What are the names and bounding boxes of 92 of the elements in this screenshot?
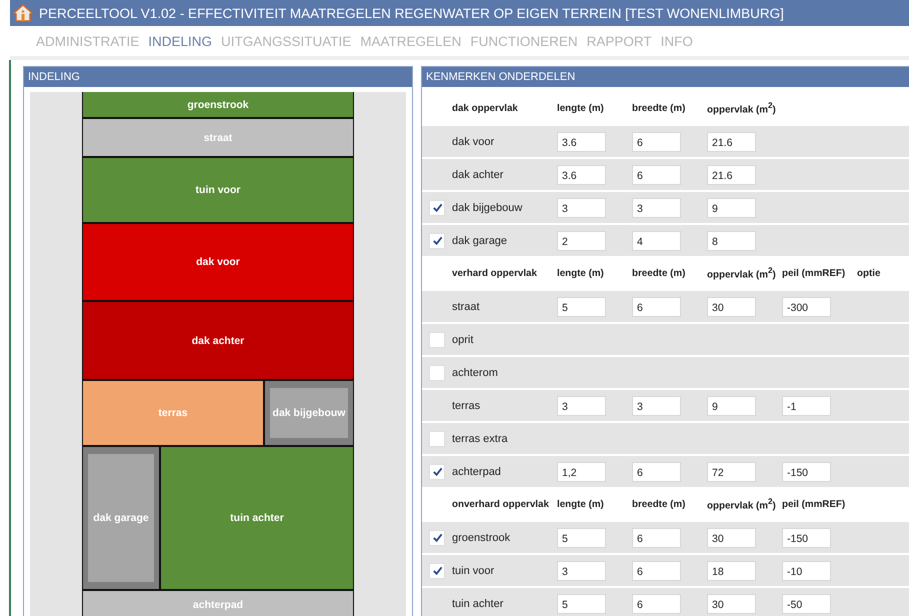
input-field[interactable]: -1 xyxy=(782,396,831,416)
row-label: tuin achter xyxy=(452,598,504,610)
column-header: peil (mmREF) xyxy=(782,268,846,279)
block-label: tuin achter xyxy=(230,512,284,524)
input-field[interactable]: -150 xyxy=(782,528,831,548)
row-label: groenstrook xyxy=(452,532,512,544)
row-label: straat xyxy=(452,300,481,312)
checkbox[interactable] xyxy=(429,332,445,348)
input-field[interactable]: 3 xyxy=(557,396,606,416)
block-label: dak voor xyxy=(196,256,240,268)
block-label: groenstrook xyxy=(187,98,249,110)
block-label: straat xyxy=(204,132,232,144)
input-field[interactable]: 4 xyxy=(632,230,681,250)
input-field[interactable]: 18 xyxy=(707,560,756,580)
row-label: dak voor xyxy=(452,136,496,148)
block-label: dak achter xyxy=(192,334,244,346)
input-field[interactable]: 3.6 xyxy=(557,132,606,152)
input-field[interactable]: 30 xyxy=(707,528,756,548)
input-field[interactable]: 6 xyxy=(632,164,681,184)
input-field[interactable]: -10 xyxy=(782,560,831,580)
column-header: dak oppervlak xyxy=(452,103,519,114)
panel-header: INDELING xyxy=(24,67,412,87)
input-field[interactable]: 9 xyxy=(707,396,756,416)
input-field[interactable]: 30 xyxy=(707,296,756,316)
row-label: achterpad xyxy=(452,466,502,478)
column-header: breedte (m) xyxy=(632,268,686,279)
input-field[interactable]: 5 xyxy=(557,296,606,316)
check-icon xyxy=(432,565,442,576)
row-label: dak garage xyxy=(452,234,508,246)
column-header: oppervlak (m$^{2}$) xyxy=(707,497,777,512)
house-icon xyxy=(13,4,33,22)
input-field[interactable]: 2 xyxy=(557,230,606,250)
block-label: terras xyxy=(158,407,188,419)
block-label: achterpad xyxy=(192,599,244,611)
check-icon xyxy=(432,202,442,213)
input-field[interactable]: 21.6 xyxy=(707,164,756,184)
window-title: PERCEELTOOL V1.02 - EFFECTIVITEIT MAATREGELEN REGENWATER OP EIGEN TERREIN [TEST WONENLIMBURG] xyxy=(39,6,784,20)
input-field[interactable]: 3 xyxy=(557,560,606,580)
input-field[interactable]: 6 xyxy=(632,594,681,614)
input-field[interactable]: 9 xyxy=(707,198,756,218)
block-label: dak bijgebouw xyxy=(272,407,346,419)
checkbox[interactable] xyxy=(429,430,445,446)
row-label: dak achter xyxy=(452,168,504,180)
input-field[interactable]: -50 xyxy=(782,594,831,614)
input-field[interactable]: 6 xyxy=(632,462,681,482)
checkbox[interactable] xyxy=(429,562,445,578)
row-label: oprit xyxy=(452,334,474,346)
row-label: achterom xyxy=(452,366,499,378)
input-field[interactable]: 3 xyxy=(632,396,681,416)
column-header: oppervlak (m$^{2}$) xyxy=(707,266,777,281)
panel-header: KENMERKEN ONDERDELEN xyxy=(422,67,909,87)
row-label: tuin voor xyxy=(452,564,496,576)
checkbox[interactable] xyxy=(429,200,445,216)
input-field[interactable]: 72 xyxy=(707,462,756,482)
column-header: lengte (m) xyxy=(557,103,605,114)
menu-tab[interactable]: INDELING xyxy=(148,34,212,48)
column-header: verhard oppervlak xyxy=(452,268,538,279)
check-icon xyxy=(432,235,442,246)
column-header: lengte (m) xyxy=(557,268,605,279)
column-header: onverhard oppervlak xyxy=(452,499,550,510)
checkbox[interactable] xyxy=(429,364,445,380)
input-field[interactable]: 5 xyxy=(557,528,606,548)
column-header: breedte (m) xyxy=(632,103,686,114)
check-icon xyxy=(432,466,442,477)
input-field[interactable]: 3 xyxy=(632,198,681,218)
column-header: lengte (m) xyxy=(557,499,605,510)
input-field[interactable]: 21.6 xyxy=(707,132,756,152)
input-field[interactable]: 6 xyxy=(632,132,681,152)
checkbox[interactable] xyxy=(429,530,445,546)
input-field[interactable]: -300 xyxy=(782,296,831,316)
row-label: dak bijgebouw xyxy=(452,202,524,214)
block-label: dak garage xyxy=(93,512,149,524)
checkbox[interactable] xyxy=(429,464,445,480)
input-field[interactable]: 6 xyxy=(632,296,681,316)
column-header: peil (mmREF) xyxy=(782,499,846,510)
input-field[interactable]: -150 xyxy=(782,462,831,482)
input-field[interactable]: 30 xyxy=(707,594,756,614)
input-field[interactable]: 8 xyxy=(707,230,756,250)
input-field[interactable]: 5 xyxy=(557,594,606,614)
row-label: terras xyxy=(452,400,482,412)
input-field[interactable]: 1,2 xyxy=(557,462,606,482)
checkbox[interactable] xyxy=(429,232,445,248)
row-label: terras extra xyxy=(452,432,509,444)
check-icon xyxy=(432,532,442,543)
input-field[interactable]: 6 xyxy=(632,528,681,548)
input-field[interactable]: 6 xyxy=(632,560,681,580)
input-field[interactable]: 3.6 xyxy=(557,164,606,184)
column-header: oppervlak (m$^{2}$) xyxy=(707,101,777,116)
input-field[interactable]: 3 xyxy=(557,198,606,218)
column-header: breedte (m) xyxy=(632,499,686,510)
block-label: tuin voor xyxy=(196,184,240,196)
column-header: optie xyxy=(857,268,882,279)
